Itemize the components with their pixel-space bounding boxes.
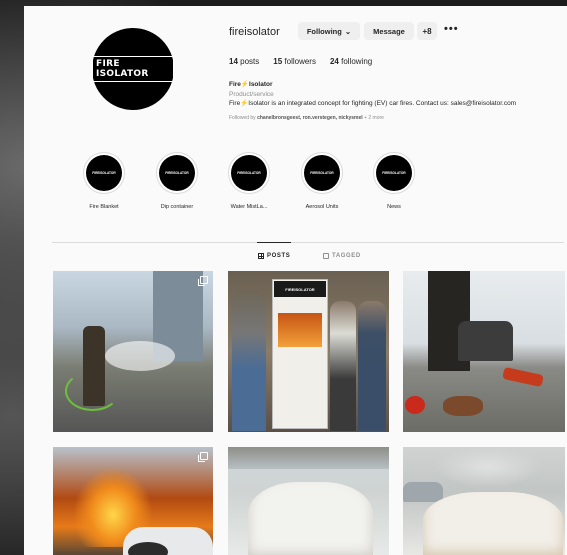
bio-name-pre: Fire [229, 81, 241, 88]
post-image-hose [65, 371, 120, 411]
highlight-ring: FIREISOLATOR [373, 152, 415, 194]
followed-by-prefix: Followed by [229, 115, 258, 121]
bio-name: Fire⚡Isolator [229, 80, 516, 90]
highlight-label: News [387, 204, 401, 210]
highlight-dip-container[interactable]: FIREISOLATOR Dip container [142, 152, 212, 210]
followers-label: followers [284, 57, 316, 66]
instagram-profile-page: FIRE ISOLATOR fireisolator Following ⌄ M… [24, 6, 567, 555]
post-image-water-spray [105, 341, 175, 371]
post-thumbnail-2[interactable]: FIREISOLATOR [228, 271, 389, 432]
profile-avatar[interactable]: FIRE ISOLATOR [92, 28, 174, 110]
highlight-ring: FIREISOLATOR [228, 152, 270, 194]
story-highlights: FIREISOLATOR Fire Blanket FIREISOLATOR D… [69, 152, 439, 222]
post-image-banner [272, 279, 328, 429]
highlight-ring: FIREISOLATOR [156, 152, 198, 194]
highlight-logo: FIREISOLATOR [376, 155, 412, 191]
tagged-icon [323, 253, 329, 259]
followed-by[interactable]: Followed by chanelbronsgeest, ron.verste… [229, 115, 384, 121]
post-thumbnail-3[interactable] [403, 271, 565, 432]
following-count: 24 [329, 57, 339, 66]
followers-count: 15 [273, 57, 283, 66]
post-image-banner-photo [278, 313, 322, 347]
bio-text-pre: Fire [229, 100, 241, 107]
post-image-nozzle [443, 396, 483, 416]
followed-by-names: chanelbronsgeest, ron.verstegen, nickysm… [257, 115, 363, 121]
add-user-button[interactable]: +8 [417, 22, 437, 40]
post-image-red-object [405, 396, 425, 414]
highlight-logo: FIREISOLATOR [304, 155, 340, 191]
highlight-label: Aerosol Units [305, 204, 339, 210]
following-label: following [341, 57, 373, 66]
highlight-logo: FIREISOLATOR [159, 155, 195, 191]
tabs-divider [52, 242, 564, 243]
post-image-fire-blanket [248, 482, 373, 555]
tab-posts-label: POSTS [267, 253, 291, 259]
followed-by-suffix: + 2 more [362, 115, 384, 121]
post-image-smoke [433, 447, 543, 487]
add-user-icon: +8 [422, 26, 432, 36]
tab-posts[interactable]: POSTS [258, 253, 290, 259]
highlight-ring: FIREISOLATOR [301, 152, 343, 194]
following-button-label: Following [306, 26, 342, 36]
bio-category: Product/service [229, 90, 274, 98]
grid-icon [258, 253, 264, 259]
more-options-icon[interactable]: ••• [444, 23, 459, 35]
message-button-label: Message [373, 26, 405, 36]
highlight-label: Dip container [160, 204, 194, 210]
following-stat[interactable]: 24 following [330, 57, 372, 66]
active-tab-indicator [257, 242, 291, 243]
post-thumbnail-6[interactable] [403, 447, 565, 555]
tab-tagged[interactable]: TAGGED [323, 253, 361, 259]
avatar-logo: FIRE ISOLATOR [92, 56, 174, 82]
lightning-icon: ⚡ [240, 81, 250, 88]
post-image-car [403, 482, 443, 502]
post-image-person [232, 291, 266, 431]
posts-stat[interactable]: 14 posts [229, 57, 259, 66]
post-image-extinguisher [502, 366, 544, 388]
highlight-logo: FIREISOLATOR [231, 155, 267, 191]
highlight-news[interactable]: FIREISOLATOR News [359, 152, 429, 210]
post-image-person [330, 301, 356, 431]
post-image-trees [228, 447, 389, 469]
post-image-banner-logo: FIREISOLATOR [274, 281, 326, 297]
highlight-aerosol-units[interactable]: FIREISOLATOR Aerosol Units [287, 152, 357, 210]
multiple-images-icon [198, 452, 208, 462]
highlight-label: Fire Blanket [89, 204, 119, 210]
followers-stat[interactable]: 15 followers [273, 57, 316, 66]
profile-bio: Fire⚡Isolator Product/service Fire⚡Isola… [229, 80, 516, 109]
highlight-label: Water MistLa... [230, 204, 268, 210]
bio-text-post: Isolator is an integrated concept for fi… [248, 100, 517, 107]
bio-text: Fire⚡Isolator is an integrated concept f… [229, 99, 516, 109]
highlight-ring: FIREISOLATOR [83, 152, 125, 194]
post-image-person [358, 301, 386, 431]
post-thumbnail-1[interactable] [53, 271, 213, 432]
message-button[interactable]: Message [364, 22, 414, 40]
highlight-water-mist[interactable]: FIREISOLATOR Water MistLa... [214, 152, 284, 210]
posts-count: 14 [229, 57, 238, 66]
post-image-car [458, 321, 513, 361]
profile-stats: 14 posts 15 followers 24 following [229, 57, 372, 66]
highlight-fire-blanket[interactable]: FIREISOLATOR Fire Blanket [69, 152, 139, 210]
following-button[interactable]: Following ⌄ [298, 22, 360, 40]
post-image-car-interior [128, 542, 168, 555]
post-thumbnail-5[interactable] [228, 447, 389, 555]
profile-username: fireisolator [229, 26, 280, 38]
post-image-fire-blanket [423, 492, 563, 555]
chevron-down-icon: ⌄ [344, 26, 352, 36]
bio-name-post: Isolator [249, 81, 273, 88]
tab-tagged-label: TAGGED [332, 253, 361, 259]
post-thumbnail-4[interactable] [53, 447, 213, 555]
multiple-images-icon [198, 276, 208, 286]
highlight-logo: FIREISOLATOR [86, 155, 122, 191]
posts-label: posts [240, 57, 260, 66]
